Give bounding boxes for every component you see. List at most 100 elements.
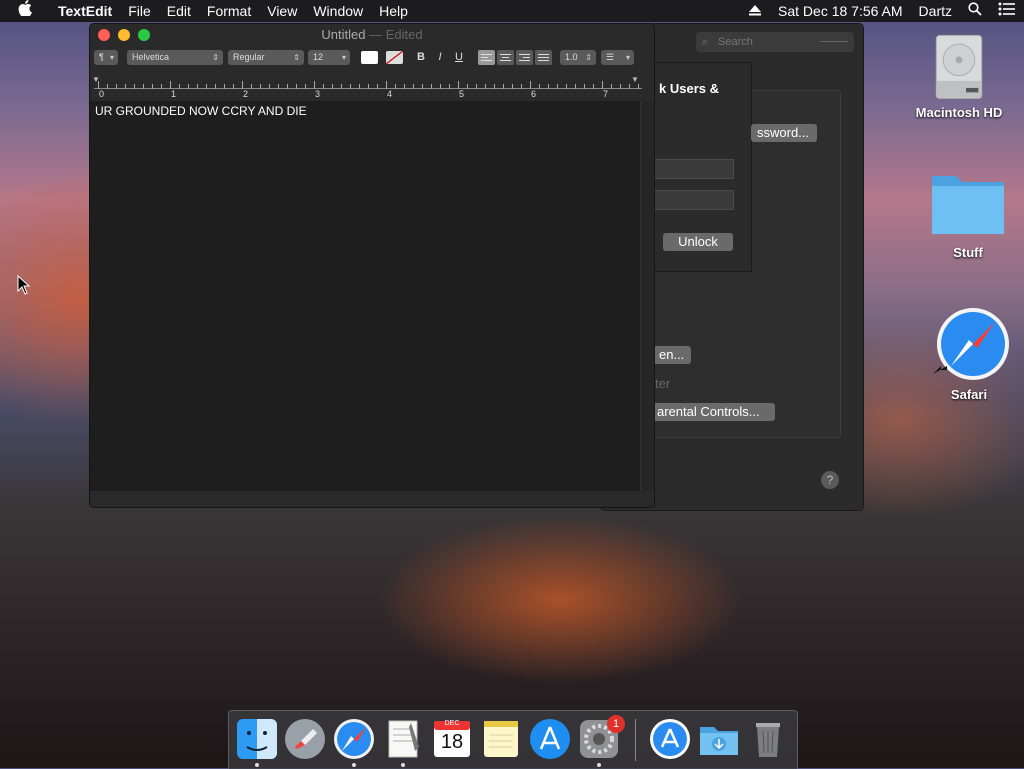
ruler-tick — [458, 81, 459, 89]
paragraph-icon: ¶ — [99, 52, 104, 62]
font-size-value: 12 — [313, 52, 324, 62]
ruler-tick — [224, 84, 225, 89]
line-spacing-popup[interactable]: 1.0 ⇕ — [560, 50, 596, 65]
desktop-icon-macintosh-hd[interactable]: Macintosh HD — [906, 30, 1012, 120]
align-center-icon[interactable] — [497, 50, 514, 65]
notes-icon[interactable] — [479, 717, 523, 761]
desktop-icon-safari[interactable]: Safari — [924, 304, 1014, 402]
notification-center-icon[interactable] — [990, 0, 1024, 22]
ruler-tick — [143, 84, 144, 89]
password-field[interactable] — [654, 190, 734, 210]
finder-icon[interactable] — [235, 717, 279, 761]
running-indicator — [352, 763, 356, 767]
ruler-tick — [269, 84, 270, 89]
prefs-search-field[interactable]: ⌕ Search — [696, 32, 854, 52]
traffic-lights — [98, 29, 158, 41]
document-text: UR GROUNDED NOW CCRY AND DIE — [95, 104, 307, 118]
trash-icon[interactable] — [746, 717, 790, 761]
ruler[interactable]: ▼ ▼ 0 1 2 3 4 5 6 7 — [92, 74, 642, 100]
window-titlebar[interactable]: Untitled — Edited — [90, 24, 654, 46]
ruler-tick — [494, 84, 495, 89]
change-password-button[interactable]: ssword... — [751, 124, 817, 142]
parental-controls-button[interactable]: arental Controls... — [651, 403, 775, 421]
system-preferences-icon[interactable]: 1 — [577, 715, 625, 761]
search-clear — [820, 41, 848, 42]
ruler-number: 4 — [387, 89, 393, 99]
background-color-well[interactable] — [386, 51, 403, 64]
format-menu[interactable]: Format — [199, 0, 259, 22]
ruler-number: 7 — [603, 89, 609, 99]
desktop-icon-label: Macintosh HD — [915, 105, 1003, 120]
close-button[interactable] — [98, 29, 110, 41]
search-placeholder: Search — [718, 36, 753, 48]
font-weight-popup[interactable]: Regular ⇕ — [228, 50, 304, 65]
file-menu[interactable]: File — [120, 0, 159, 22]
ruler-tick — [521, 84, 522, 89]
view-menu[interactable]: View — [259, 0, 305, 22]
ruler-tick — [188, 84, 189, 89]
dock-separator — [635, 719, 636, 761]
search-icon: ⌕ — [702, 36, 709, 48]
ruler-tick — [620, 84, 621, 89]
calendar-day: 18 — [440, 731, 464, 753]
bold-button[interactable]: B — [413, 50, 429, 65]
ruler-tick — [125, 84, 126, 89]
paragraph-style-popup[interactable]: ¶ ▾ — [94, 50, 118, 65]
prefs-gray-text: ter — [655, 376, 671, 391]
list-bullets-popup[interactable]: ☰ ▾ — [601, 50, 634, 65]
minimize-button[interactable] — [118, 29, 130, 41]
ruler-tick — [566, 84, 567, 89]
underline-button[interactable]: U — [451, 50, 467, 65]
notification-badge: 1 — [607, 715, 625, 733]
username-field[interactable] — [654, 159, 734, 179]
ruler-number: 2 — [243, 89, 249, 99]
italic-button[interactable]: I — [432, 50, 448, 65]
ruler-tick — [485, 84, 486, 89]
ruler-tick — [359, 84, 360, 89]
align-justify-icon[interactable] — [535, 50, 552, 65]
spotlight-search-icon[interactable] — [960, 0, 990, 22]
document-text-area[interactable]: UR GROUNDED NOW CCRY AND DIE — [90, 101, 640, 491]
menubar-clock[interactable]: Sat Dec 18 7:56 AM — [770, 0, 911, 22]
app-store-icon[interactable] — [528, 717, 572, 761]
ruler-number: 5 — [459, 89, 465, 99]
edited-indicator: — Edited — [365, 27, 423, 42]
app-menu[interactable]: TextEdit — [50, 0, 120, 22]
desktop-icon-label: Stuff — [953, 245, 983, 260]
vertical-scrollbar[interactable] — [640, 101, 654, 491]
window-menu[interactable]: Window — [305, 0, 371, 22]
ruler-number: 6 — [531, 89, 537, 99]
desktop-icon-stuff[interactable]: Stuff — [922, 166, 1014, 260]
help-button[interactable]: ? — [821, 471, 839, 489]
align-right-icon[interactable] — [516, 50, 533, 65]
ruler-tick — [629, 84, 630, 89]
text-color-well[interactable] — [361, 51, 378, 64]
app-store-download-icon[interactable] — [648, 717, 692, 761]
menubar-user[interactable]: Dartz — [911, 0, 960, 22]
calendar-icon[interactable]: DEC 18 — [430, 717, 474, 761]
lock-sheet: k Users & Unlock — [653, 62, 752, 272]
ruler-tick — [233, 84, 234, 89]
right-margin-marker-icon[interactable]: ▼ — [631, 75, 639, 84]
apple-menu-icon[interactable] — [0, 0, 50, 23]
calendar-month: DEC — [444, 720, 460, 727]
ruler-tick — [332, 84, 333, 89]
format-toolbar: ¶ ▾ Helvetica ⇕ Regular ⇕ 12 ▾ B I U 1.0 ⇕ ☰ ▾ — [90, 48, 654, 70]
unlock-button[interactable]: Unlock — [663, 233, 733, 251]
safari-dock-icon[interactable] — [332, 717, 376, 761]
font-size-popup[interactable]: 12 ▾ — [308, 50, 350, 65]
align-left-icon[interactable] — [478, 50, 495, 65]
ruler-tick — [602, 81, 603, 89]
zoom-button[interactable] — [138, 29, 150, 41]
eject-icon[interactable] — [740, 0, 770, 22]
launchpad-icon[interactable] — [283, 717, 327, 761]
ruler-tick — [107, 84, 108, 89]
downloads-folder-icon[interactable] — [697, 717, 741, 761]
edit-menu[interactable]: Edit — [159, 0, 199, 22]
font-family-popup[interactable]: Helvetica ⇕ — [127, 50, 223, 65]
ruler-tick — [197, 84, 198, 89]
ruler-tick — [413, 84, 414, 89]
textedit-dock-icon[interactable] — [381, 717, 425, 761]
help-menu[interactable]: Help — [371, 0, 416, 22]
open-button[interactable]: en... — [653, 346, 691, 364]
